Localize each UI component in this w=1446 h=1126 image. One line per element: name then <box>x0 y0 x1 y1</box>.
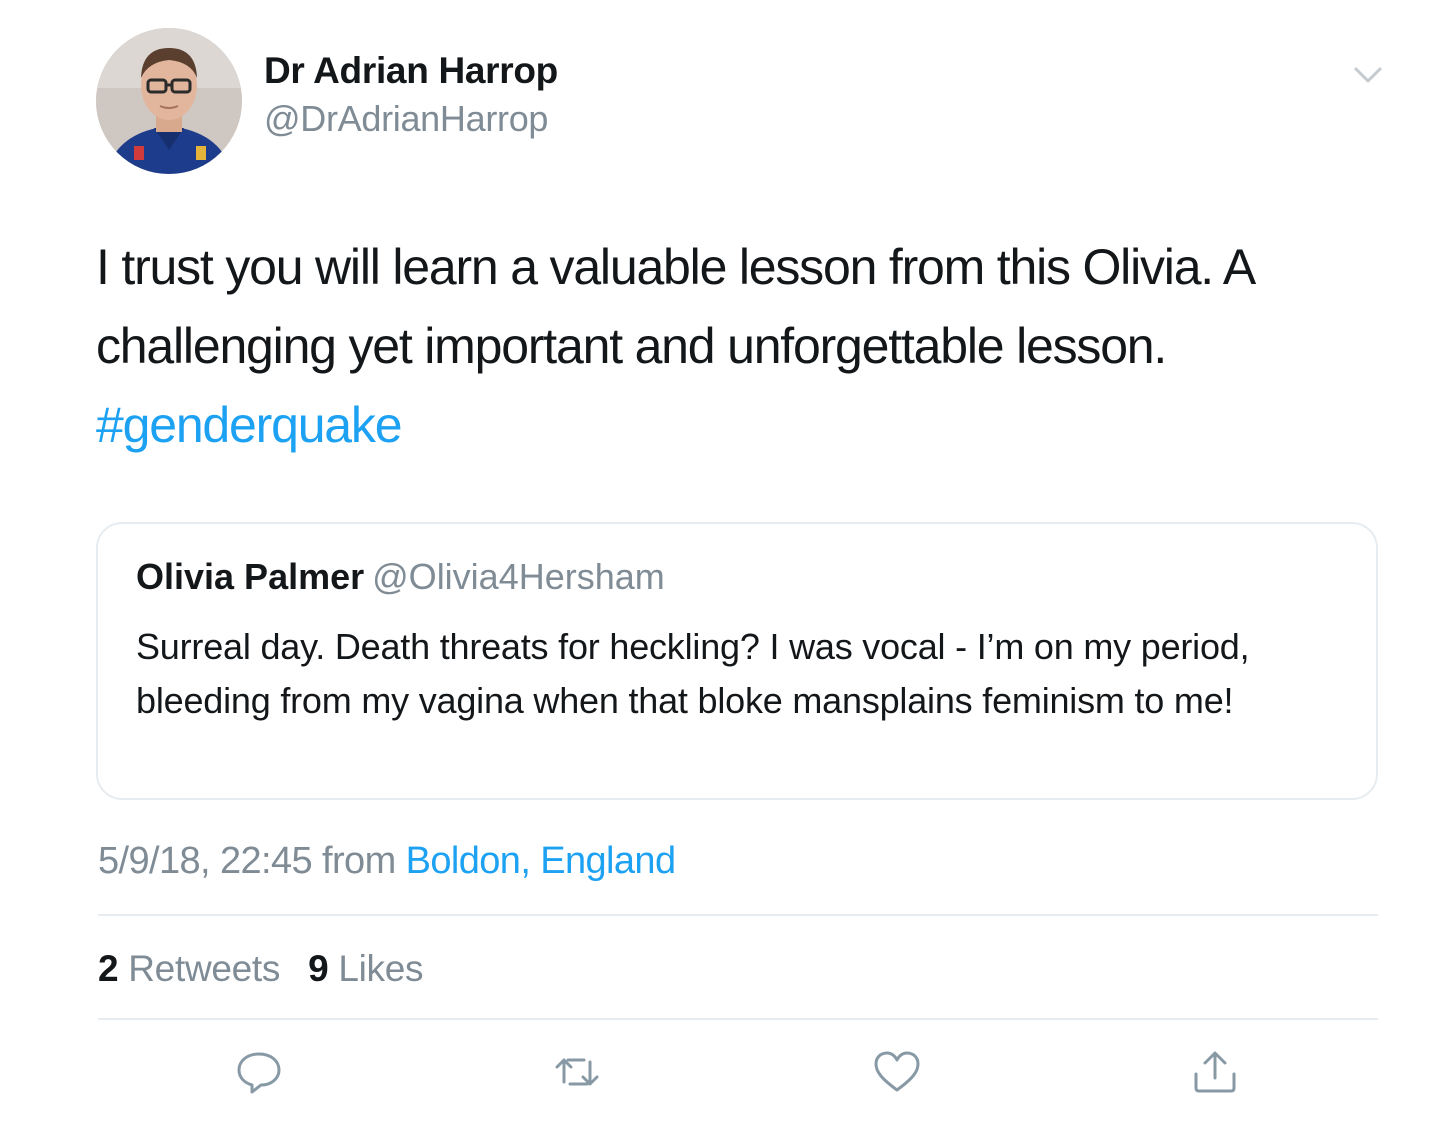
stats-row: 2 Retweets 9 Likes <box>98 948 441 990</box>
reply-icon[interactable] <box>234 1048 284 1096</box>
retweet-icon[interactable] <box>552 1048 602 1096</box>
author-handle[interactable]: @DrAdrianHarrop <box>264 98 548 140</box>
likes-count[interactable]: 9 <box>308 948 329 989</box>
quoted-tweet-header: Olivia Palmer @Olivia4Hersham <box>136 556 665 598</box>
tweet-card: Dr Adrian Harrop @DrAdrianHarrop I trust… <box>0 0 1446 1126</box>
quoted-tweet[interactable]: Olivia Palmer @Olivia4Hersham Surreal day… <box>96 522 1378 800</box>
chevron-down-icon[interactable] <box>1348 60 1388 90</box>
hashtag-link[interactable]: #genderquake <box>96 386 1396 465</box>
from-label: from <box>322 840 396 882</box>
heart-icon[interactable] <box>872 1048 922 1096</box>
retweets-label[interactable]: Retweets <box>128 948 280 989</box>
tweet-meta: 5/9/18, 22:45 from Boldon, England <box>98 840 676 883</box>
avatar[interactable] <box>96 28 242 174</box>
quoted-tweet-text: Surreal day. Death threats for heckling?… <box>136 626 1250 721</box>
retweets-count[interactable]: 2 <box>98 948 119 989</box>
author-display-name[interactable]: Dr Adrian Harrop <box>264 50 558 92</box>
tweet-text: I trust you will learn a valuable lesson… <box>96 228 1396 465</box>
quoted-author-name: Olivia Palmer <box>136 556 365 597</box>
timestamp[interactable]: 5/9/18, 22:45 <box>98 840 313 882</box>
tweet-body: I trust you will learn a valuable lesson… <box>96 239 1254 374</box>
likes-label[interactable]: Likes <box>338 948 423 989</box>
quoted-author-handle: @Olivia4Hersham <box>372 556 665 597</box>
divider <box>98 1018 1378 1020</box>
share-icon[interactable] <box>1190 1048 1240 1096</box>
location-link[interactable]: Boldon, England <box>406 840 677 882</box>
divider <box>98 914 1378 916</box>
